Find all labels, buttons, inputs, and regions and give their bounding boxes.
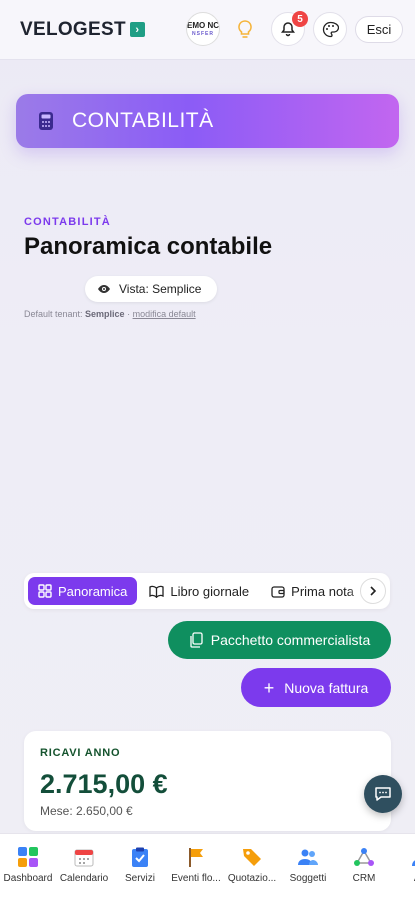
default-separator: · <box>124 309 133 319</box>
eye-icon <box>98 285 110 293</box>
documents-icon <box>190 632 203 648</box>
book-icon <box>149 585 165 598</box>
tab-label: Libro giornale <box>170 583 250 599</box>
tenant-avatar[interactable]: EMO NC NSFER <box>186 12 220 46</box>
nav-calendario[interactable]: Calendario <box>56 834 112 900</box>
tab-panoramica[interactable]: Panoramica <box>28 577 138 605</box>
wallet-icon <box>271 585 285 598</box>
notifications-badge: 5 <box>292 11 308 27</box>
new-invoice-label: Nuova fattura <box>284 679 369 696</box>
grid-icon <box>38 584 52 598</box>
nav-label: Eventi flo... <box>171 873 221 884</box>
tab-label: Prima nota <box>291 583 355 599</box>
logo-text: VELOGEST <box>20 18 126 40</box>
dashboard-icon <box>18 847 38 867</box>
tab-prima-nota[interactable]: Prima nota <box>261 577 364 605</box>
tag-icon <box>243 849 261 866</box>
nav-label: Calendario <box>59 873 109 884</box>
tenant-name: EMO NC <box>187 20 219 30</box>
tab-libro-giornale[interactable]: Libro giornale <box>139 577 259 605</box>
lightbulb-icon[interactable] <box>236 19 254 41</box>
default-prefix: Default tenant: <box>24 309 86 319</box>
kpi-value: 2.715,00 € <box>40 769 168 799</box>
theme-button[interactable] <box>313 12 347 46</box>
tab-label: Panoramica <box>58 583 128 599</box>
accountant-package-button[interactable]: Pacchetto commercialista <box>168 621 391 659</box>
flag-icon <box>189 848 203 867</box>
default-value: Semplice <box>85 309 125 319</box>
chat-button[interactable] <box>364 775 402 813</box>
tabs-scroll-next-button[interactable] <box>360 578 386 604</box>
nav-label: Dashboard <box>3 873 53 884</box>
banner-title: CONTABILITÀ <box>72 109 214 132</box>
palette-icon <box>322 21 339 37</box>
kpi-month-value: Mese: 2.650,00 € <box>40 804 133 818</box>
nav-au[interactable]: Au <box>392 834 415 900</box>
nav-crm[interactable]: CRM <box>336 834 392 900</box>
nav-label: Quotazio... <box>227 873 277 884</box>
clipboard-icon <box>132 847 148 867</box>
people-icon <box>298 849 318 865</box>
calculator-icon <box>39 112 53 130</box>
section-eyebrow: CONTABILITÀ <box>24 216 111 228</box>
tenant-subtitle: NSFER <box>192 30 214 37</box>
nav-servizi[interactable]: Servizi <box>112 834 168 900</box>
bottom-navigation: Dashboard Calendario Servizi Eventi flo.… <box>0 833 415 900</box>
view-mode-toggle[interactable]: Vista: Semplice <box>85 276 217 302</box>
view-mode-label: Vista: Semplice <box>119 282 202 296</box>
nav-dashboard[interactable]: Dashboard <box>0 834 56 900</box>
nav-label: CRM <box>352 873 376 884</box>
nav-label: Servizi <box>124 873 155 884</box>
edit-default-link[interactable]: modifica default <box>133 309 196 319</box>
network-icon <box>354 848 374 866</box>
accountant-package-label: Pacchetto commercialista <box>210 632 371 648</box>
kpi-label: RICAVI ANNO <box>40 747 121 759</box>
notifications-button[interactable]: 5 <box>271 11 308 46</box>
new-invoice-button[interactable]: + Nuova fattura <box>241 668 391 707</box>
app-logo[interactable]: VELOGEST › <box>20 19 145 41</box>
person-icon <box>412 860 415 866</box>
nav-quotazioni[interactable]: Quotazio... <box>224 834 280 900</box>
revenue-year-card: RICAVI ANNO 2.715,00 € Mese: 2.650,00 € <box>24 731 391 831</box>
calendar-icon <box>74 849 94 867</box>
logo-mark-icon: › <box>129 22 145 37</box>
section-banner: CONTABILITÀ <box>16 94 399 148</box>
nav-label: Soggetti <box>289 873 327 884</box>
plus-icon: + <box>263 677 275 698</box>
logout-button[interactable]: Esci <box>355 16 403 43</box>
tab-bar: Panoramica Libro giornale Prima nota <box>24 573 390 609</box>
default-tenant-line: Default tenant: Semplice · modifica defa… <box>24 309 196 319</box>
chevron-right-icon <box>370 586 377 596</box>
nav-eventi-flotta[interactable]: Eventi flo... <box>168 834 224 900</box>
page-title: Panoramica contabile <box>24 233 273 260</box>
chat-icon <box>375 787 391 801</box>
nav-soggetti[interactable]: Soggetti <box>280 834 336 900</box>
